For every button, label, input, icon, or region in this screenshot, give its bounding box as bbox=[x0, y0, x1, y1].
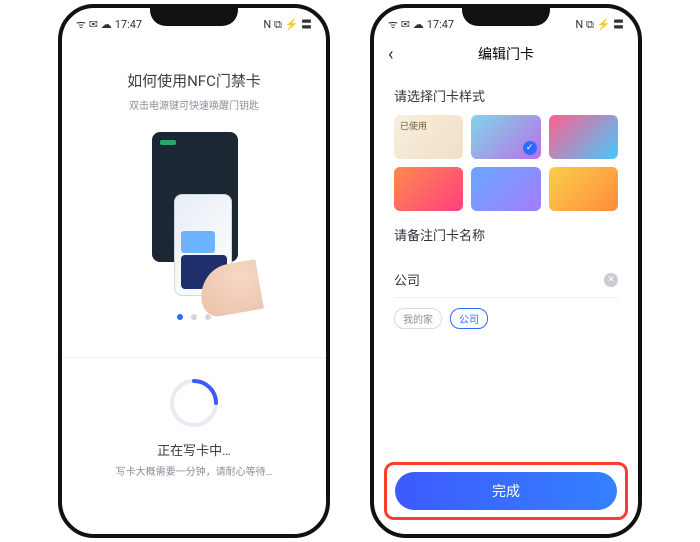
phone-right: ᯤ ✉ ☁ 17:47 N ⧉ ⚡ 〓 ‹ 编辑门卡 请选择门卡样式 已使用 ✓… bbox=[370, 4, 642, 538]
bottom-spacer bbox=[374, 520, 638, 534]
page-title: 编辑门卡 bbox=[478, 44, 534, 64]
page-dot-1[interactable] bbox=[177, 314, 183, 320]
chevron-left-icon: ‹ bbox=[388, 44, 393, 65]
name-section-label: 请备注门卡名称 bbox=[374, 211, 638, 254]
used-tag: 已使用 bbox=[400, 119, 427, 132]
status-time: 17:47 bbox=[115, 18, 142, 31]
card-style-grid: 已使用 ✓ bbox=[374, 115, 638, 211]
close-icon: ✕ bbox=[607, 275, 615, 285]
status-time: 17:47 bbox=[427, 18, 454, 31]
status-right-icons: N ⧉ ⚡ 〓 bbox=[575, 16, 624, 32]
card-style-option-2[interactable]: ✓ bbox=[471, 115, 540, 159]
page-subtitle: 双击电源键可快速唤醒门钥匙 bbox=[129, 97, 259, 112]
card-graphic bbox=[181, 231, 215, 253]
card-name-value[interactable]: 公司 bbox=[394, 270, 420, 289]
done-button[interactable]: 完成 bbox=[395, 472, 617, 510]
nfc-intro-panel: 如何使用NFC门禁卡 双击电源键可快速唤醒门钥匙 bbox=[62, 36, 326, 357]
loading-spinner-icon bbox=[167, 376, 221, 430]
back-button[interactable]: ‹ bbox=[388, 44, 393, 65]
page-header: ‹ 编辑门卡 bbox=[374, 36, 638, 72]
page-dots[interactable] bbox=[177, 314, 211, 320]
writing-panel: 正在写卡中… 写卡大概需要一分钟，请耐心等待… bbox=[62, 358, 326, 534]
status-right-icons: N ⧉ ⚡ 〓 bbox=[263, 16, 312, 32]
signal-icon: ᯤ ✉ ☁ bbox=[76, 17, 112, 32]
page-title: 如何使用NFC门禁卡 bbox=[127, 70, 261, 91]
notch bbox=[150, 8, 238, 26]
spacer bbox=[374, 339, 638, 454]
card-style-option-6[interactable] bbox=[549, 167, 618, 211]
style-section-label: 请选择门卡样式 bbox=[374, 72, 638, 115]
writing-status-text: 正在写卡中… bbox=[157, 440, 231, 459]
signal-icon: ᯤ ✉ ☁ bbox=[388, 17, 424, 32]
done-button-highlight: 完成 bbox=[384, 462, 628, 520]
card-style-option-4[interactable] bbox=[394, 167, 463, 211]
name-suggestion-chips: 我的家 公司 bbox=[374, 298, 638, 339]
card-style-option-1[interactable]: 已使用 bbox=[394, 115, 463, 159]
nfc-illustration bbox=[134, 132, 254, 300]
writing-note-text: 写卡大概需要一分钟，请耐心等待… bbox=[116, 463, 273, 478]
check-icon: ✓ bbox=[523, 141, 537, 155]
card-name-field[interactable]: 公司 ✕ bbox=[374, 254, 638, 298]
notch bbox=[462, 8, 550, 26]
chip-home[interactable]: 我的家 bbox=[394, 308, 442, 329]
done-button-label: 完成 bbox=[492, 481, 520, 501]
card-style-option-5[interactable] bbox=[471, 167, 540, 211]
phone-left: ᯤ ✉ ☁ 17:47 N ⧉ ⚡ 〓 如何使用NFC门禁卡 双击电源键可快速唤… bbox=[58, 4, 330, 538]
card-style-option-3[interactable] bbox=[549, 115, 618, 159]
chip-company[interactable]: 公司 bbox=[450, 308, 488, 329]
clear-input-button[interactable]: ✕ bbox=[604, 273, 618, 287]
page-dot-2[interactable] bbox=[191, 314, 197, 320]
